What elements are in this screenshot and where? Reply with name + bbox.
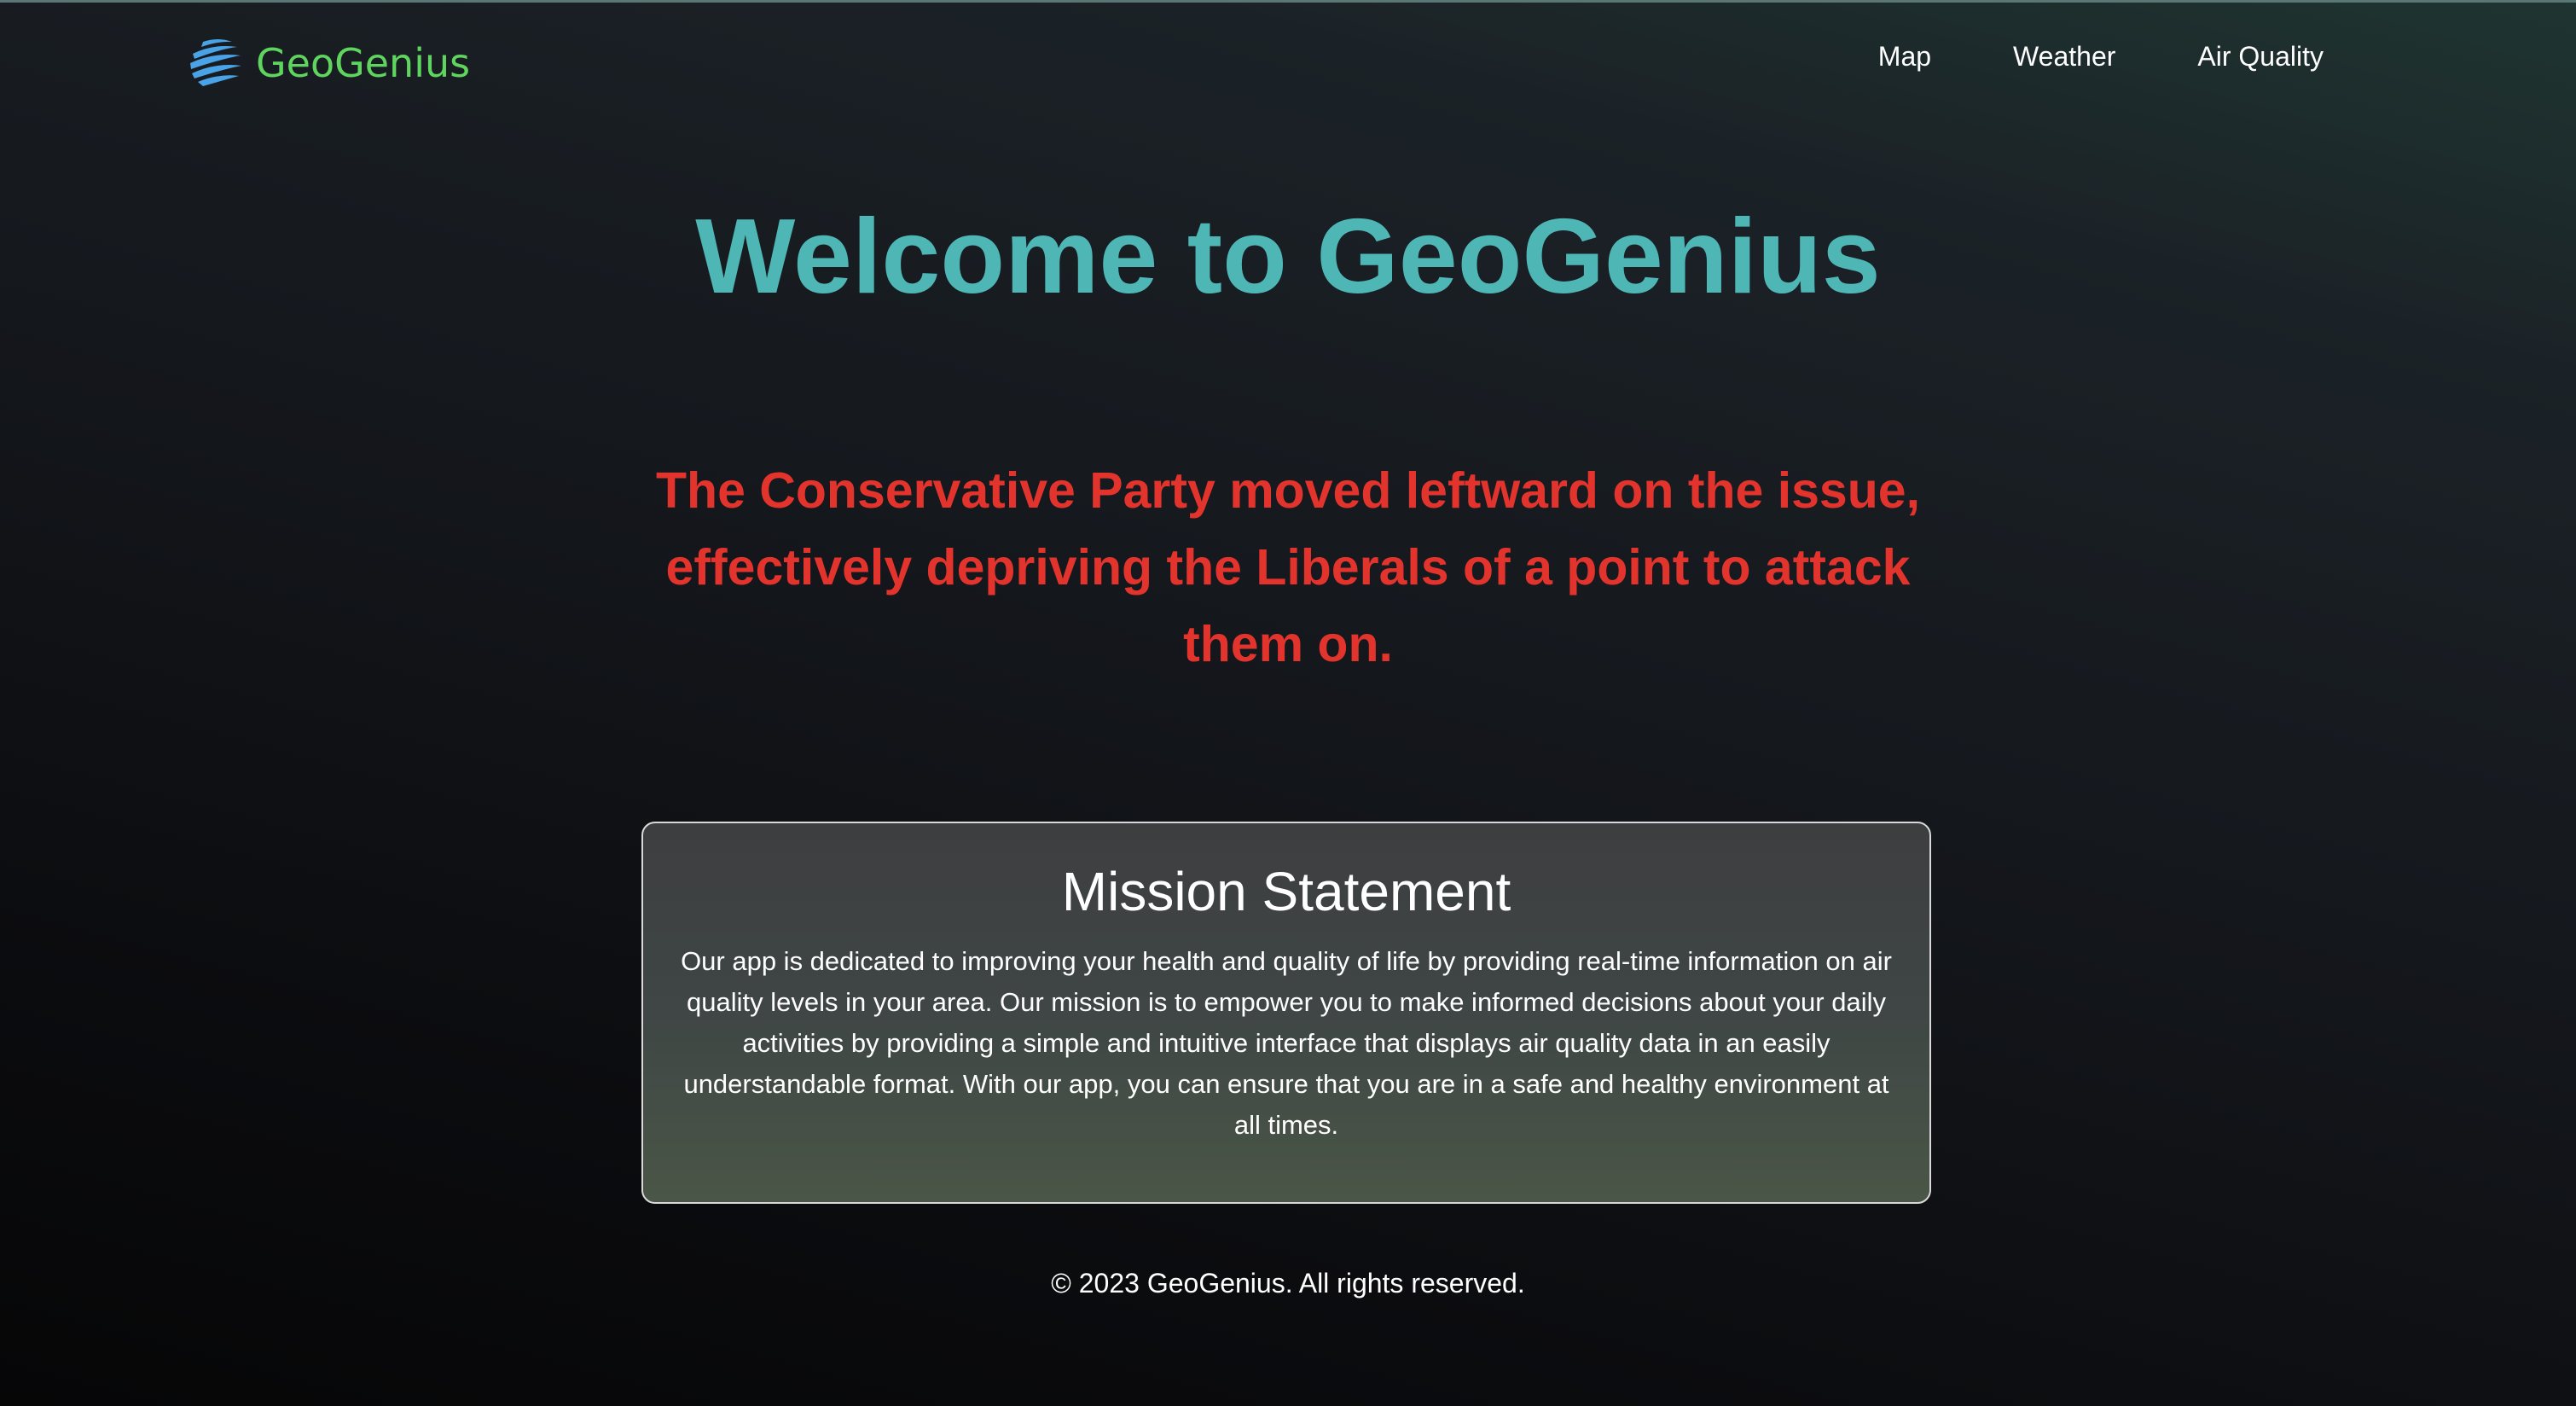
nav-link-weather[interactable]: Weather — [2013, 41, 2115, 73]
page-title: Welcome to GeoGenius — [695, 198, 1881, 316]
footer-copyright: © 2023 GeoGenius. All rights reserved. — [1051, 1268, 1525, 1299]
mission-title: Mission Statement — [1061, 861, 1511, 922]
globe-swoosh-icon — [190, 39, 241, 86]
mission-statement-card: Mission Statement Our app is dedicated t… — [641, 822, 1931, 1204]
nav-link-air-quality[interactable]: Air Quality — [2197, 41, 2324, 73]
site-header: GeoGenius Map Weather Air Quality — [0, 0, 2576, 128]
nav-link-map[interactable]: Map — [1878, 41, 1931, 73]
brand-logo-link[interactable]: GeoGenius — [188, 32, 470, 94]
main-nav: Map Weather Air Quality — [1878, 41, 2324, 73]
hero-quote: The Conservative Party moved leftward on… — [655, 462, 1920, 672]
mission-body: Our app is dedicated to improving your h… — [681, 946, 1892, 1140]
brand-name: GeoGenius — [256, 40, 471, 86]
